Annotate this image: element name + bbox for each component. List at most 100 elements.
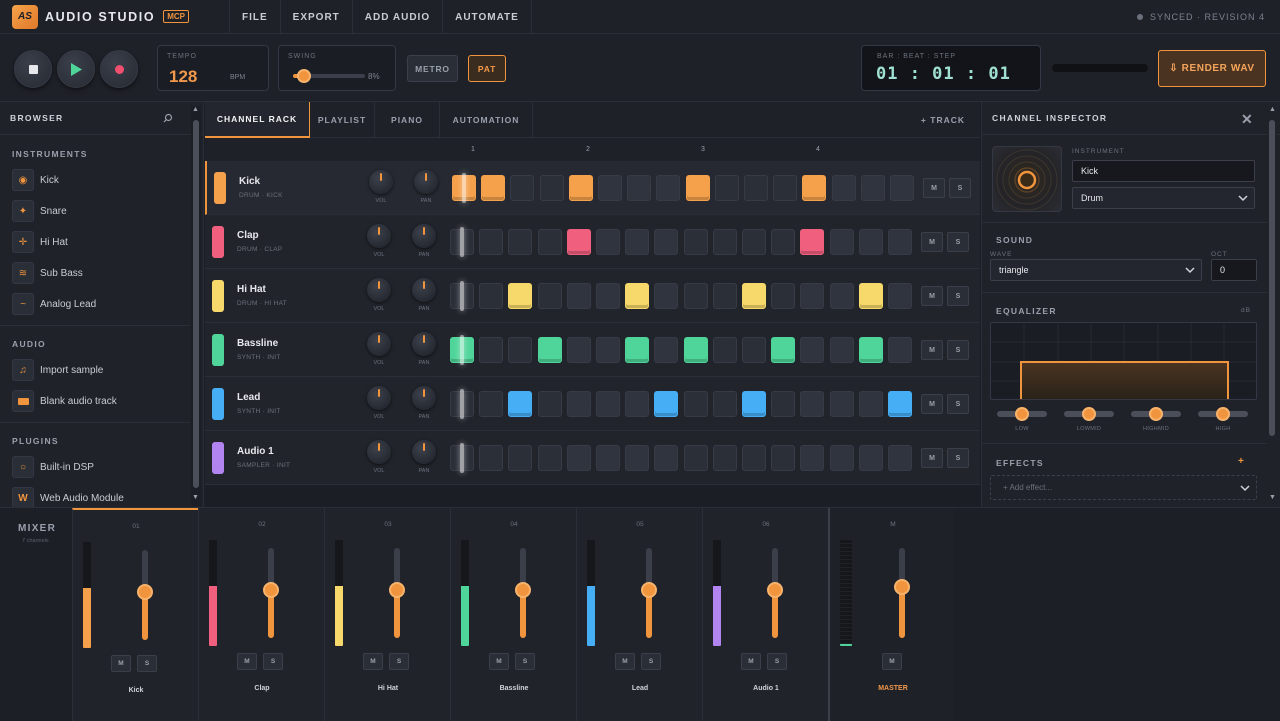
scroll-thumb[interactable]: [193, 120, 199, 488]
step-button[interactable]: [800, 229, 824, 255]
volume-knob[interactable]: [367, 278, 391, 302]
scroll-down-icon[interactable]: ▼: [1269, 494, 1276, 501]
step-button[interactable]: [888, 337, 912, 363]
wave-select[interactable]: triangle: [990, 259, 1202, 281]
step-button[interactable]: [830, 391, 854, 417]
channel-row[interactable]: Kick DRUM · KICK VOL PAN M S: [205, 161, 980, 215]
step-button[interactable]: [771, 283, 795, 309]
step-button[interactable]: [625, 391, 649, 417]
step-button[interactable]: [508, 445, 532, 471]
mute-button[interactable]: M: [615, 653, 635, 670]
channel-color-swatch[interactable]: [212, 334, 224, 366]
scroll-up-icon[interactable]: ▲: [192, 106, 199, 113]
browser-item-sub-bass[interactable]: ≋ Sub Bass: [12, 262, 83, 284]
step-button[interactable]: [861, 175, 885, 201]
step-button[interactable]: [625, 283, 649, 309]
swing-slider[interactable]: [293, 69, 365, 83]
step-button[interactable]: [744, 175, 768, 201]
metronome-button[interactable]: METRO: [407, 55, 458, 82]
search-icon[interactable]: [163, 113, 173, 123]
menu-export[interactable]: EXPORT: [279, 0, 352, 34]
step-button[interactable]: [627, 175, 651, 201]
step-button[interactable]: [596, 229, 620, 255]
step-button[interactable]: [684, 445, 708, 471]
add-track-button[interactable]: + TRACK: [921, 102, 965, 138]
fader-thumb[interactable]: [894, 579, 910, 595]
fader-thumb[interactable]: [389, 582, 405, 598]
volume-fader[interactable]: [389, 548, 405, 638]
eq-band-thumb[interactable]: [1149, 407, 1163, 421]
solo-button[interactable]: S: [947, 340, 969, 360]
eq-band-slider[interactable]: [1198, 407, 1248, 421]
step-button[interactable]: [686, 175, 710, 201]
step-button[interactable]: [715, 175, 739, 201]
mute-button[interactable]: M: [363, 653, 383, 670]
volume-fader[interactable]: [137, 550, 153, 640]
step-button[interactable]: [713, 337, 737, 363]
fader-thumb[interactable]: [515, 582, 531, 598]
tab-automation[interactable]: AUTOMATION: [440, 102, 533, 138]
pan-knob[interactable]: [412, 332, 436, 356]
channel-row[interactable]: Hi Hat DRUM · HI HAT VOL PAN M S: [205, 269, 980, 323]
step-button[interactable]: [800, 391, 824, 417]
menu-add-audio[interactable]: ADD AUDIO: [351, 0, 442, 34]
step-button[interactable]: [596, 391, 620, 417]
step-button[interactable]: [742, 283, 766, 309]
pan-knob[interactable]: [412, 386, 436, 410]
step-button[interactable]: [567, 229, 591, 255]
stop-button[interactable]: [14, 50, 52, 88]
step-button[interactable]: [888, 229, 912, 255]
step-button[interactable]: [510, 175, 534, 201]
step-button[interactable]: [479, 445, 503, 471]
channel-name[interactable]: Bassline: [237, 338, 278, 349]
volume-knob[interactable]: [367, 332, 391, 356]
step-button[interactable]: [832, 175, 856, 201]
step-button[interactable]: [625, 337, 649, 363]
eq-band-thumb[interactable]: [1082, 407, 1096, 421]
step-button[interactable]: [654, 283, 678, 309]
instrument-type-select[interactable]: Drum: [1072, 187, 1255, 209]
mute-button[interactable]: M: [921, 394, 943, 414]
eq-graph[interactable]: [990, 322, 1257, 400]
channel-row[interactable]: Clap DRUM · CLAP VOL PAN M S: [205, 215, 980, 269]
tab-channel-rack[interactable]: CHANNEL RACK: [205, 102, 310, 138]
solo-button[interactable]: S: [947, 394, 969, 414]
step-button[interactable]: [771, 445, 795, 471]
volume-knob[interactable]: [367, 440, 391, 464]
swing-thumb[interactable]: [297, 69, 311, 83]
pattern-mode-button[interactable]: PAT: [468, 55, 506, 82]
step-button[interactable]: [830, 229, 854, 255]
step-button[interactable]: [481, 175, 505, 201]
tab-piano[interactable]: PIANO: [375, 102, 440, 138]
step-button[interactable]: [888, 445, 912, 471]
channel-name[interactable]: Kick: [239, 176, 260, 187]
channel-color-swatch[interactable]: [212, 226, 224, 258]
step-button[interactable]: [654, 391, 678, 417]
volume-fader[interactable]: [263, 548, 279, 638]
mute-button[interactable]: M: [921, 232, 943, 252]
channel-row[interactable]: Bassline SYNTH · INIT VOL PAN M S: [205, 323, 980, 377]
pan-knob[interactable]: [412, 224, 436, 248]
step-button[interactable]: [742, 229, 766, 255]
browser-item-snare[interactable]: ✦ Snare: [12, 200, 67, 222]
step-button[interactable]: [479, 229, 503, 255]
channel-name[interactable]: Audio 1: [237, 446, 274, 457]
step-button[interactable]: [625, 229, 649, 255]
channel-name[interactable]: Lead: [237, 392, 260, 403]
tempo-control[interactable]: TEMPO 128 BPM: [157, 45, 269, 91]
volume-fader[interactable]: [894, 548, 910, 638]
solo-button[interactable]: S: [641, 653, 661, 670]
step-button[interactable]: [830, 337, 854, 363]
step-button[interactable]: [771, 337, 795, 363]
channel-color-swatch[interactable]: [212, 442, 224, 474]
eq-band-slider[interactable]: [1064, 407, 1114, 421]
step-button[interactable]: [538, 229, 562, 255]
step-button[interactable]: [713, 445, 737, 471]
mute-button[interactable]: M: [923, 178, 945, 198]
mute-button[interactable]: M: [921, 286, 943, 306]
step-button[interactable]: [598, 175, 622, 201]
step-button[interactable]: [567, 445, 591, 471]
scroll-thumb[interactable]: [1269, 120, 1275, 436]
solo-button[interactable]: S: [947, 448, 969, 468]
browser-item-kick[interactable]: ◉ Kick: [12, 169, 59, 191]
